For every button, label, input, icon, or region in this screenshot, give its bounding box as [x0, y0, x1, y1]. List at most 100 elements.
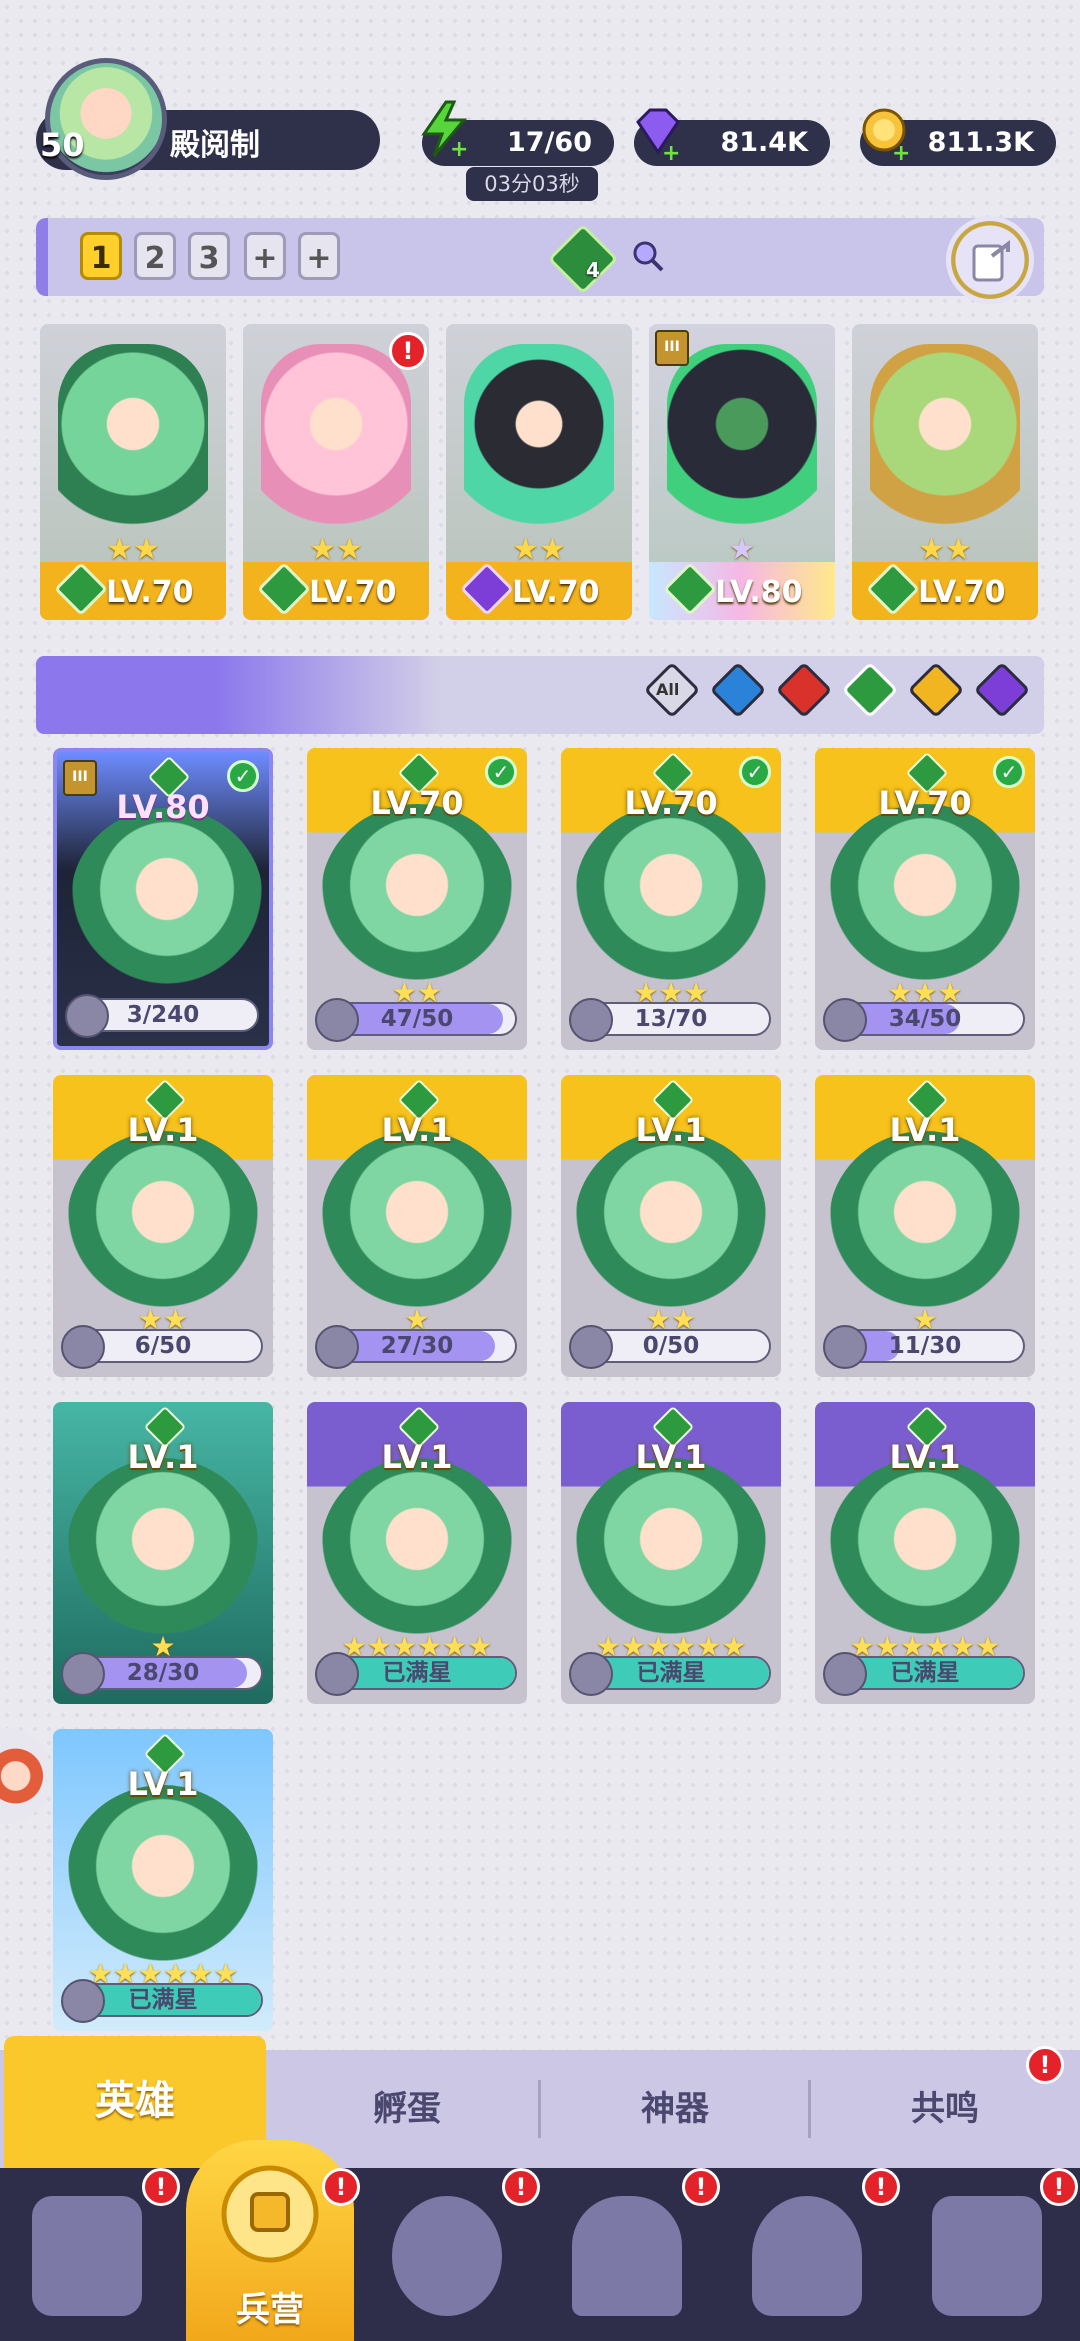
hero-portrait: [829, 1458, 1021, 1638]
share-button[interactable]: [946, 216, 1034, 304]
search-icon[interactable]: [630, 238, 666, 274]
hero-portrait: [321, 804, 513, 984]
share-icon: [972, 240, 1010, 282]
rank-badge: III: [655, 330, 689, 366]
player-level: 50: [40, 126, 85, 164]
shard-progress-bar: 34/50: [823, 998, 1025, 1042]
hero-level: LV.1: [635, 1111, 707, 1149]
shard-progress-bar: 11/30: [823, 1325, 1025, 1369]
hero-level: LV.70: [624, 784, 718, 822]
tab-artifact[interactable]: 神器: [540, 2050, 810, 2168]
nav-guild-icon[interactable]: [932, 2196, 1042, 2316]
shard-progress-bar: 13/70: [569, 998, 771, 1042]
hero-portrait: [321, 1458, 513, 1638]
hero-card[interactable]: ✓ LV.70 ★★★ 34/50: [815, 748, 1035, 1050]
shard-progress-bar: 47/50: [315, 998, 517, 1042]
lineup-hero-3[interactable]: ★★ LV.70: [446, 324, 632, 620]
hero-card[interactable]: LV.1 ★★★★★★ 已满星: [53, 1729, 273, 2031]
shard-progress-bar: 已满星: [823, 1652, 1025, 1696]
nav-alert-icon: !: [322, 2168, 360, 2206]
hero-level: LV.1: [889, 1438, 961, 1476]
hero-level: LV.70: [878, 784, 972, 822]
shard-progress-bar: 28/30: [61, 1652, 263, 1696]
nav-alert-icon: !: [682, 2168, 720, 2206]
shard-icon: [823, 998, 867, 1042]
nav-alert-icon: !: [142, 2168, 180, 2206]
shard-icon: [823, 1652, 867, 1696]
hero-portrait: [575, 804, 767, 984]
hero-level: LV.1: [381, 1111, 453, 1149]
shard-icon: [315, 998, 359, 1042]
energy-bolt-icon: +: [421, 100, 468, 158]
nav-alert-icon: !: [502, 2168, 540, 2206]
nav-alert-icon: !: [862, 2168, 900, 2206]
gold-coin-icon: +: [862, 108, 910, 162]
shard-icon: [61, 1652, 105, 1696]
hero-level: LV.70: [512, 575, 600, 610]
nav-cards-icon[interactable]: [32, 2196, 142, 2316]
nav-barracks-label: 兵营: [236, 2290, 304, 2330]
hero-portrait: [321, 1131, 513, 1311]
team-gem-count: 4: [586, 258, 600, 282]
hero-card[interactable]: LV.1 ★★★★★★ 已满星: [307, 1402, 527, 1704]
resonance-alert-icon: !: [1026, 2046, 1064, 2084]
add-team-slot-button-2[interactable]: +: [298, 232, 340, 280]
shard-icon: [65, 994, 109, 1038]
hero-card[interactable]: LV.1 ★★★★★★ 已满星: [561, 1402, 781, 1704]
nav-alert-icon: !: [1040, 2168, 1078, 2206]
alert-icon: !: [389, 332, 427, 370]
shard-icon: [61, 1979, 105, 2023]
hero-card[interactable]: ✓ LV.70 ★★ 47/50: [307, 748, 527, 1050]
hero-level: LV.1: [127, 1111, 199, 1149]
nav-shop-icon[interactable]: [572, 2196, 682, 2316]
shard-icon: [315, 1325, 359, 1369]
nav-mushroom-icon[interactable]: [752, 2196, 862, 2316]
filter-all-label: All: [656, 680, 680, 699]
hero-level: LV.80: [116, 788, 210, 826]
team-slot-2[interactable]: 2: [134, 232, 176, 280]
hero-level: LV.70: [106, 575, 194, 610]
hero-portrait: [67, 1131, 259, 1311]
team-slot-3[interactable]: 3: [188, 232, 230, 280]
lineup-hero-1[interactable]: ★★ LV.70: [40, 324, 226, 620]
hero-card[interactable]: LV.1 ★★ 0/50: [561, 1075, 781, 1377]
svg-text:+: +: [892, 141, 910, 162]
lineup-hero-5[interactable]: ★★ LV.70: [852, 324, 1038, 620]
hero-portrait: [829, 1131, 1021, 1311]
hero-card[interactable]: LV.1 ★ 28/30: [53, 1402, 273, 1704]
barracks-icon: [221, 2165, 319, 2263]
hero-card[interactable]: LV.1 ★★★★★★ 已满星: [815, 1402, 1035, 1704]
shard-icon: [823, 1325, 867, 1369]
hero-portrait: [829, 804, 1021, 984]
add-team-slot-button[interactable]: +: [244, 232, 286, 280]
hero-level: LV.70: [309, 575, 397, 610]
nav-pot-icon[interactable]: [392, 2196, 502, 2316]
shard-icon: [569, 1325, 613, 1369]
shard-progress-bar: 27/30: [315, 1325, 517, 1369]
hero-level: LV.1: [635, 1438, 707, 1476]
hero-level: LV.1: [127, 1765, 199, 1803]
hero-portrait: [575, 1131, 767, 1311]
floating-helper-avatar[interactable]: [0, 1728, 52, 1824]
hero-level: LV.1: [127, 1438, 199, 1476]
hero-card[interactable]: LV.1 ★★ 6/50: [53, 1075, 273, 1377]
energy-value: 17/60: [506, 127, 592, 158]
shard-progress-bar: 6/50: [61, 1325, 263, 1369]
shard-progress-bar: 3/240: [65, 994, 259, 1038]
shard-icon: [61, 1325, 105, 1369]
team-slot-1[interactable]: 1: [80, 232, 122, 280]
player-name: 殿阅制: [170, 128, 260, 163]
hero-card[interactable]: ✓ III LV.80 3/240: [53, 748, 273, 1050]
hero-level: LV.70: [918, 575, 1006, 610]
lineup-hero-4[interactable]: III ★ LV.80: [649, 324, 835, 620]
hero-card[interactable]: ✓ LV.70 ★★★ 13/70: [561, 748, 781, 1050]
gem-value: 81.4K: [720, 127, 808, 158]
hero-portrait: [261, 344, 411, 544]
hero-card[interactable]: LV.1 ★ 27/30: [307, 1075, 527, 1377]
hero-level: LV.70: [370, 784, 464, 822]
lineup-hero-2[interactable]: ! ★★ LV.70: [243, 324, 429, 620]
hero-portrait: [575, 1458, 767, 1638]
hero-card[interactable]: LV.1 ★ 11/30: [815, 1075, 1035, 1377]
energy-timer: 03分03秒: [466, 167, 598, 201]
hero-level: LV.1: [381, 1438, 453, 1476]
